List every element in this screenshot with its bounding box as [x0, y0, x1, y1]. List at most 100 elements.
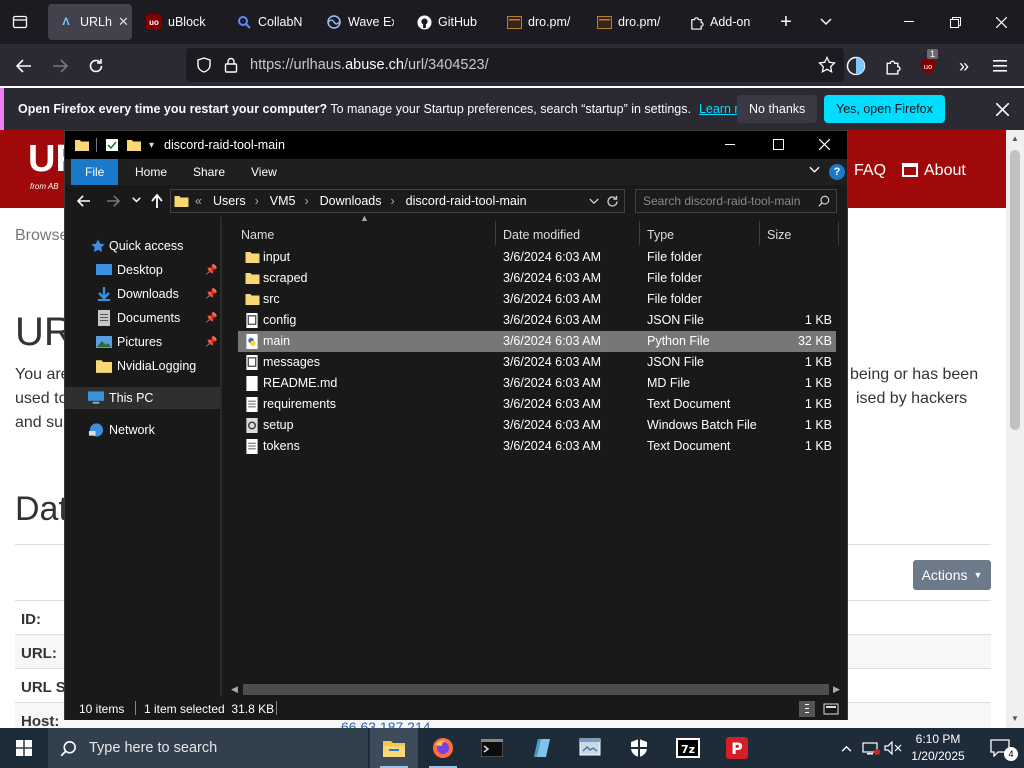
network-tray-button[interactable]	[860, 728, 882, 768]
breadcrumb-separator-icon[interactable]: ›	[304, 194, 308, 208]
expand-ribbon-icon[interactable]	[809, 166, 820, 174]
pin-icon[interactable]: 📌	[205, 337, 217, 348]
restore-button[interactable]	[940, 8, 970, 36]
details-view-button[interactable]	[799, 701, 815, 717]
new-tab-button[interactable]: +	[771, 8, 801, 36]
taskbar-proton[interactable]: P	[713, 728, 761, 768]
file-row[interactable]: setup 3/6/2024 6:03 AM Windows Batch File 1…	[238, 415, 836, 436]
column-header-name[interactable]: Name	[241, 225, 274, 245]
column-separator[interactable]	[495, 221, 496, 245]
pin-icon[interactable]: 📌	[205, 289, 217, 300]
column-header-type[interactable]: Type	[647, 225, 674, 245]
breadcrumb-separator-icon[interactable]: ›	[391, 194, 395, 208]
tab-github[interactable]: GitHub	[416, 4, 490, 40]
nav-faq-link[interactable]: FAQ	[854, 162, 886, 180]
lock-icon[interactable]	[224, 57, 238, 73]
horizontal-scrollbar[interactable]: ◀ ▶	[227, 681, 847, 698]
nav-desktop[interactable]: Desktop 📌	[65, 259, 220, 281]
ribbon-tab-file[interactable]: File	[71, 159, 119, 185]
taskbar-firefox[interactable]	[419, 728, 467, 768]
scroll-down-icon[interactable]: ▼	[1011, 714, 1019, 723]
nav-quick-access[interactable]: Quick access	[65, 235, 220, 257]
refresh-icon[interactable]	[606, 195, 619, 208]
file-row[interactable]: README.md 3/6/2024 6:03 AM MD File 1 KB	[238, 373, 836, 394]
file-row[interactable]: tokens 3/6/2024 6:03 AM Text Document 1 KB	[238, 436, 836, 457]
extensions-button[interactable]	[878, 52, 906, 80]
ublock-button[interactable]: uo 1	[914, 49, 942, 80]
show-hidden-icons-button[interactable]	[834, 728, 858, 768]
maximize-button[interactable]	[773, 139, 784, 150]
shield-icon[interactable]	[196, 57, 212, 73]
dismiss-notification-button[interactable]	[988, 95, 1016, 123]
close-button[interactable]	[819, 139, 830, 150]
page-scrollbar[interactable]: ▲ ▼	[1006, 130, 1024, 728]
nav-about-link[interactable]: About	[902, 162, 966, 180]
breadcrumb-separator-icon[interactable]: ›	[255, 194, 259, 208]
reload-button[interactable]	[82, 52, 110, 80]
explorer-titlebar[interactable]: ▾ discord-raid-tool-main	[65, 131, 847, 159]
tab-dro-2[interactable]: dro.pm/	[596, 4, 668, 40]
recent-locations-button[interactable]	[132, 197, 141, 203]
vpn-button[interactable]	[842, 52, 870, 80]
file-row[interactable]: requirements 3/6/2024 6:03 AM Text Documen…	[238, 394, 836, 415]
forward-button[interactable]	[106, 195, 120, 207]
tab-addons[interactable]: Add-on	[688, 4, 754, 40]
breadcrumb[interactable]: Browse	[15, 227, 68, 245]
nav-documents[interactable]: Documents 📌	[65, 307, 220, 329]
help-icon[interactable]: ?	[829, 164, 845, 180]
taskbar-notepad[interactable]	[517, 728, 565, 768]
column-separator[interactable]	[838, 221, 839, 245]
url-bar[interactable]: https://urlhaus.abuse.ch/url/3404523/	[186, 48, 844, 82]
tab-wave[interactable]: Wave Ex	[326, 4, 394, 40]
nav-network[interactable]: Network	[65, 419, 220, 441]
up-button[interactable]	[151, 194, 163, 208]
breadcrumb-users[interactable]: Users	[213, 194, 246, 208]
tab-dro-1[interactable]: dro.pm/	[506, 4, 578, 40]
minimize-button[interactable]	[894, 8, 924, 36]
close-tab-icon[interactable]: ✕	[118, 14, 129, 30]
large-icons-view-button[interactable]	[823, 701, 839, 717]
taskbar-file-explorer[interactable]	[370, 728, 418, 768]
nav-downloads[interactable]: Downloads 📌	[65, 283, 220, 305]
yes-open-firefox-button[interactable]: Yes, open Firefox	[824, 95, 945, 123]
new-folder-icon[interactable]	[127, 138, 141, 152]
column-separator[interactable]	[759, 221, 760, 245]
list-tabs-button[interactable]	[811, 8, 841, 36]
start-button[interactable]	[0, 728, 48, 768]
host-link[interactable]: 66.63.187.214	[341, 719, 431, 728]
taskbar-app-window[interactable]	[566, 728, 614, 768]
ribbon-tab-view[interactable]: View	[237, 159, 291, 185]
taskbar-7zip[interactable]: 7z	[664, 728, 712, 768]
taskbar-security[interactable]	[615, 728, 663, 768]
back-button[interactable]	[10, 52, 38, 80]
ribbon-tab-home[interactable]: Home	[121, 159, 181, 185]
firefox-view-button[interactable]	[6, 8, 34, 36]
breadcrumb-downloads[interactable]: Downloads	[320, 194, 382, 208]
file-row[interactable]: main 3/6/2024 6:03 AM Python File 32 KB	[238, 331, 836, 352]
file-row[interactable]: scraped 3/6/2024 6:03 AM File folder	[238, 268, 836, 289]
column-separator[interactable]	[639, 221, 640, 245]
tab-ublock[interactable]: uo uBlock	[146, 4, 222, 40]
breadcrumb-current-folder[interactable]: discord-raid-tool-main	[406, 194, 527, 208]
scroll-up-icon[interactable]: ▲	[1011, 134, 1019, 143]
file-row[interactable]: messages 3/6/2024 6:03 AM JSON File 1 KB	[238, 352, 836, 373]
breadcrumb-vm5[interactable]: VM5	[270, 194, 296, 208]
no-thanks-button[interactable]: No thanks	[737, 95, 818, 123]
actions-button[interactable]: Actions ▼	[913, 560, 991, 590]
more-tools-button[interactable]: »	[950, 52, 978, 80]
taskbar-terminal[interactable]	[468, 728, 516, 768]
minimize-button[interactable]	[725, 137, 745, 153]
file-row[interactable]: input 3/6/2024 6:03 AM File folder	[238, 247, 836, 268]
forward-button[interactable]	[46, 52, 74, 80]
system-clock[interactable]: 6:10 PM 1/20/2025	[900, 731, 976, 765]
nav-this-pc[interactable]: This PC	[65, 387, 220, 409]
back-button[interactable]	[77, 195, 91, 207]
scroll-left-icon[interactable]: ◀	[231, 684, 238, 695]
scroll-thumb[interactable]	[243, 684, 829, 695]
notification-center-button[interactable]: 4	[976, 728, 1024, 768]
pin-icon[interactable]: 📌	[205, 265, 217, 276]
tab-urlhaus[interactable]: Λ URLh ✕	[48, 4, 132, 40]
file-row[interactable]: config 3/6/2024 6:03 AM JSON File 1 KB	[238, 310, 836, 331]
ribbon-tab-share[interactable]: Share	[179, 159, 239, 185]
scroll-thumb[interactable]	[1010, 150, 1020, 430]
